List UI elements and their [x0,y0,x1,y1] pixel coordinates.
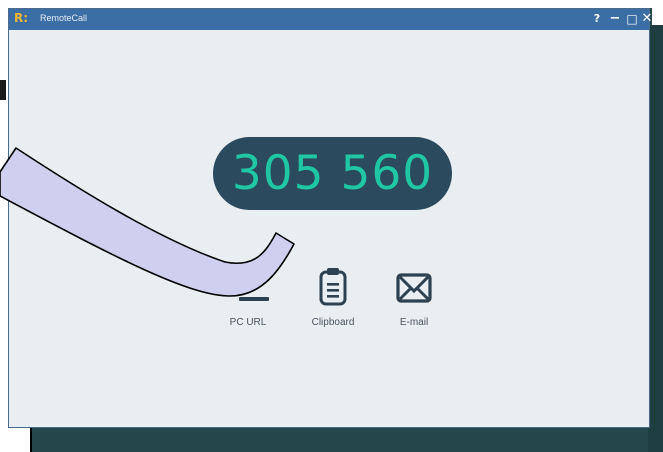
annotation-stroke [0,147,295,297]
